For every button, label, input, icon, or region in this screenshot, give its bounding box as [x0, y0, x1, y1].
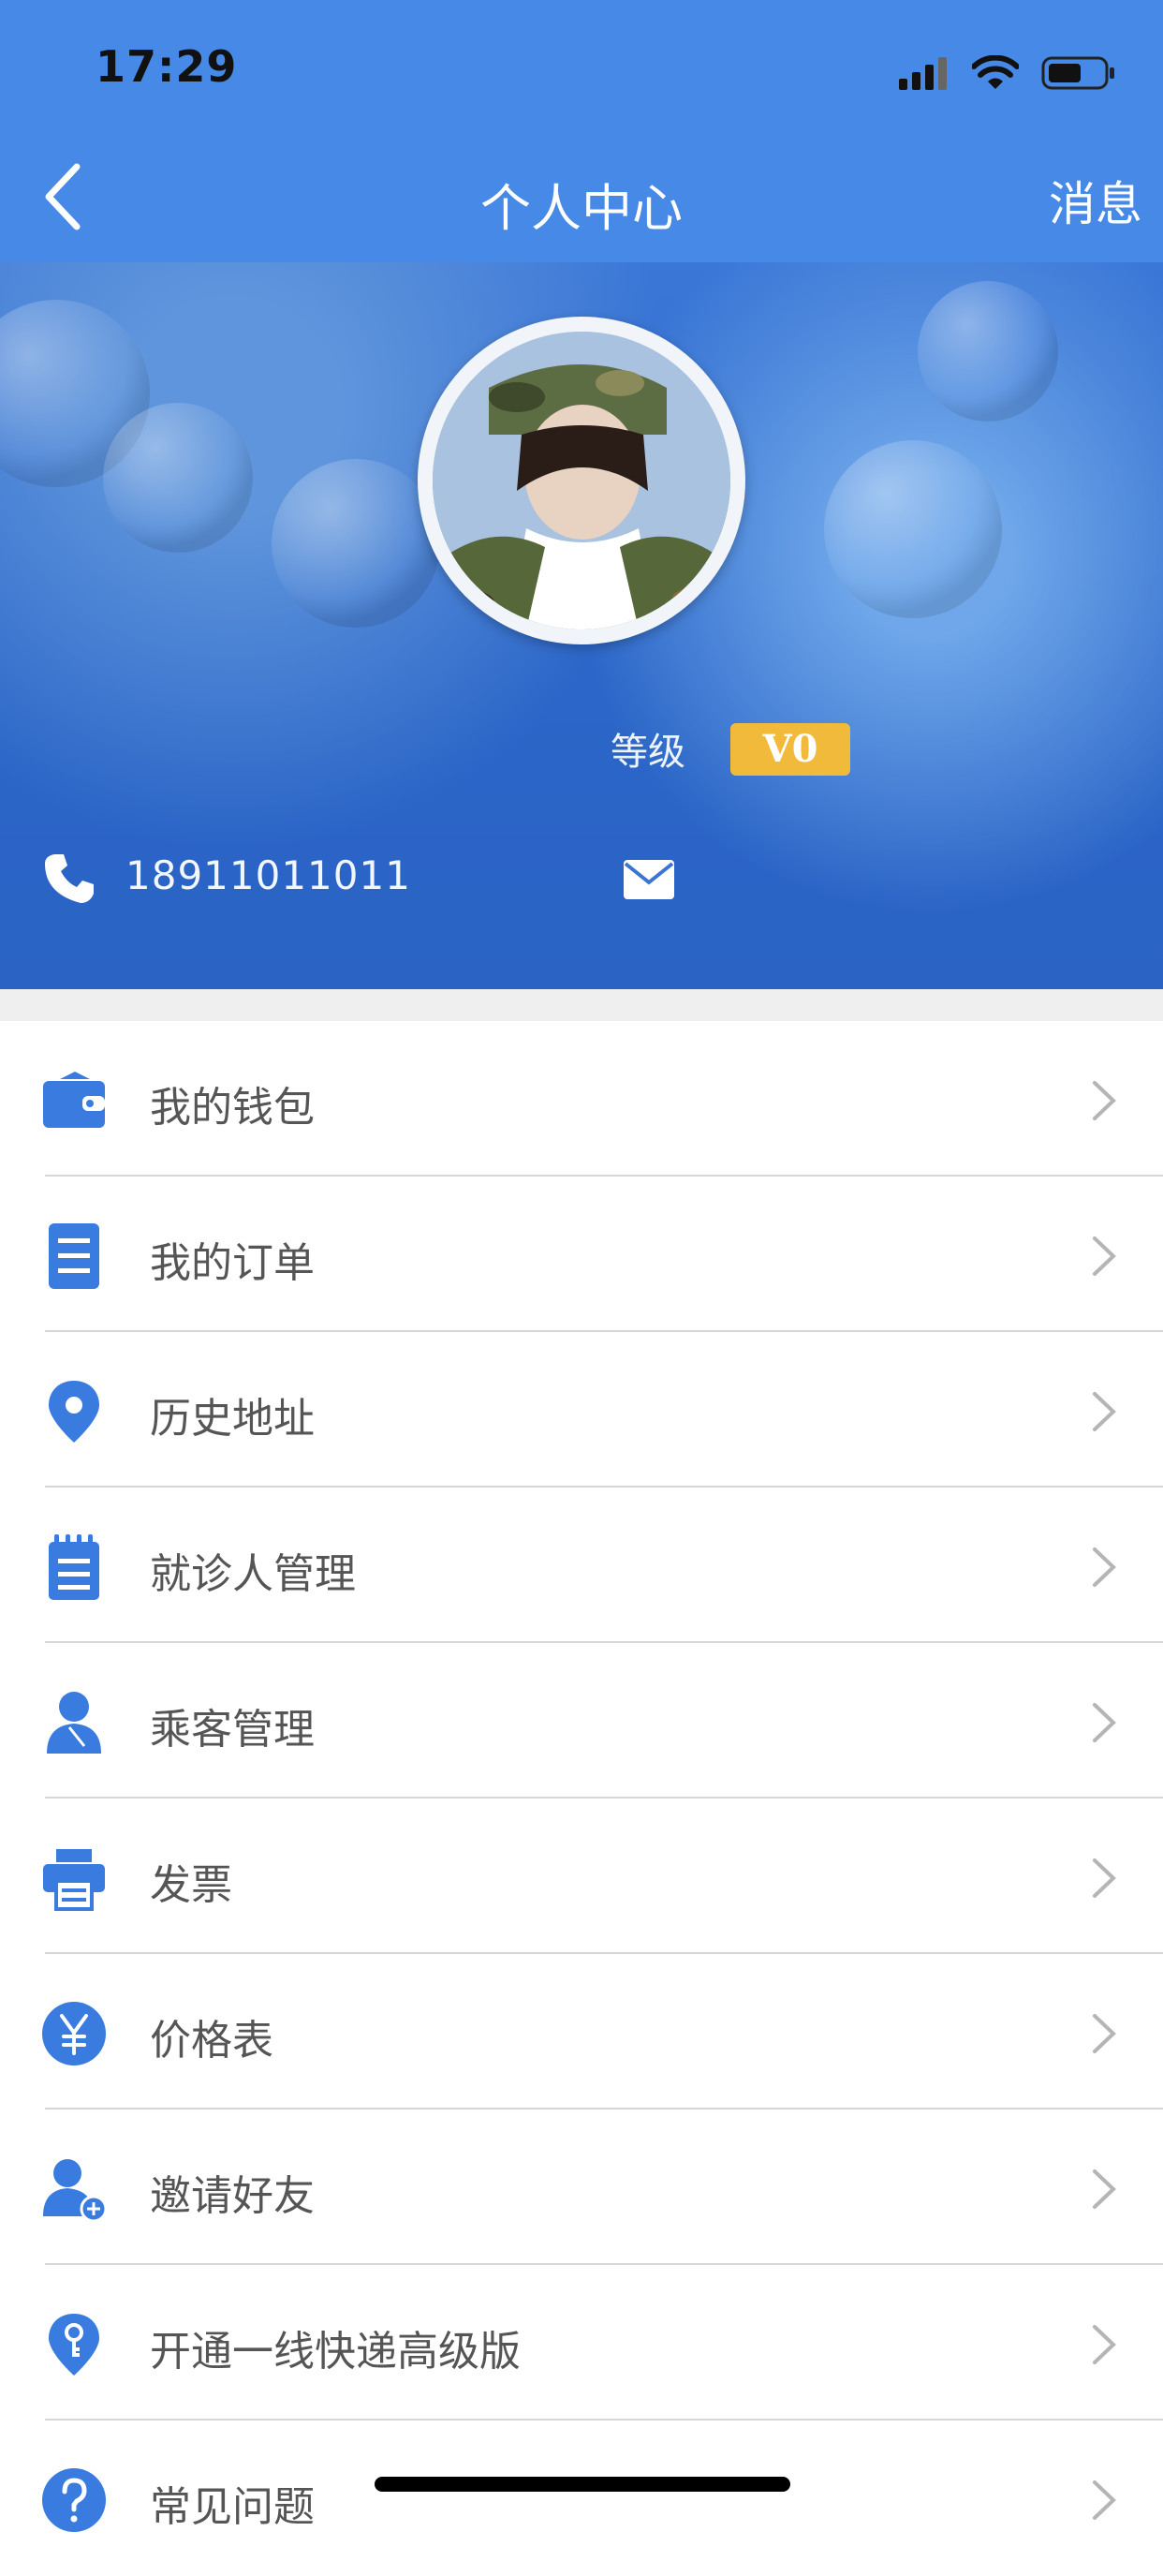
chevron-right-icon	[1093, 1081, 1116, 1120]
menu-item-label: 邀请好友	[150, 2172, 315, 2220]
top-nav: 17:29 个人中心 消息	[0, 0, 1163, 262]
section-gap	[0, 989, 1163, 1021]
phone-icon	[45, 854, 94, 903]
chevron-right-icon	[1093, 1236, 1116, 1276]
menu-item-label: 我的钱包	[150, 1084, 315, 1132]
avatar[interactable]	[418, 317, 745, 644]
notepad-icon	[49, 1534, 99, 1600]
menu-item-history-address[interactable]: 历史地址	[0, 1332, 1163, 1488]
menu-list: 我的钱包 我的订单 历史地址 就诊人管理 乘客管理 发票 价格表 邀请好友 开通…	[0, 1021, 1163, 2576]
menu-item-faq[interactable]: 常见问题	[0, 2421, 1163, 2576]
menu-item-upgrade-premium[interactable]: 开通一线快递高级版	[0, 2265, 1163, 2421]
chevron-right-icon	[1093, 2480, 1116, 2520]
key-pin-icon	[49, 2314, 99, 2376]
status-time: 17:29	[96, 41, 238, 92]
level-badge: V0	[730, 723, 850, 776]
yen-icon	[42, 2002, 106, 2065]
menu-item-label: 发票	[150, 1861, 232, 1909]
chevron-right-icon	[1093, 2169, 1116, 2209]
menu-item-wallet[interactable]: 我的钱包	[0, 1021, 1163, 1177]
battery-icon	[1041, 56, 1114, 90]
chevron-right-icon	[1093, 1392, 1116, 1431]
decor-bubble	[103, 403, 253, 553]
menu-item-invite-friends[interactable]: 邀请好友	[0, 2110, 1163, 2265]
menu-item-label: 常见问题	[150, 2483, 315, 2531]
chevron-right-icon	[1093, 2014, 1116, 2053]
menu-item-invoice[interactable]: 发票	[0, 1799, 1163, 1954]
wifi-icon	[972, 55, 1019, 89]
add-user-icon	[43, 2159, 107, 2222]
menu-item-label: 开通一线快递高级版	[150, 2328, 521, 2376]
person-icon	[47, 1692, 101, 1754]
chevron-right-icon	[1093, 2325, 1116, 2364]
status-icons	[899, 52, 1116, 94]
menu-item-label: 乘客管理	[150, 1706, 315, 1754]
home-indicator[interactable]	[375, 2477, 790, 2492]
menu-item-orders[interactable]: 我的订单	[0, 1177, 1163, 1332]
phone-number: 18911011011	[125, 852, 411, 898]
mail-icon[interactable]	[624, 860, 674, 899]
page-title: 个人中心	[480, 179, 683, 238]
avatar-photo	[433, 332, 730, 629]
menu-item-passenger-management[interactable]: 乘客管理	[0, 1643, 1163, 1799]
wallet-icon	[43, 1072, 105, 1128]
profile-header: 等级 V0 18911011011	[0, 262, 1163, 989]
decor-bubble	[272, 459, 440, 628]
menu-item-price-list[interactable]: 价格表	[0, 1954, 1163, 2110]
decor-bubble	[824, 440, 1002, 618]
printer-icon	[43, 1849, 105, 1911]
menu-item-label: 就诊人管理	[150, 1550, 356, 1598]
messages-button[interactable]: 消息	[1049, 167, 1142, 234]
menu-item-label: 我的订单	[150, 1239, 315, 1287]
order-list-icon	[49, 1223, 99, 1289]
menu-item-patient-management[interactable]: 就诊人管理	[0, 1488, 1163, 1643]
location-pin-icon	[49, 1381, 99, 1443]
chevron-right-icon	[1093, 1547, 1116, 1587]
menu-item-label: 价格表	[150, 2017, 273, 2065]
question-icon	[42, 2468, 106, 2532]
level-label: 等级	[611, 731, 685, 774]
menu-item-label: 历史地址	[150, 1395, 315, 1443]
decor-bubble	[918, 281, 1058, 422]
chevron-right-icon	[1093, 1858, 1116, 1898]
chevron-right-icon	[1093, 1703, 1116, 1742]
avatar-photo-art	[433, 332, 730, 629]
signal-icon	[899, 57, 947, 90]
